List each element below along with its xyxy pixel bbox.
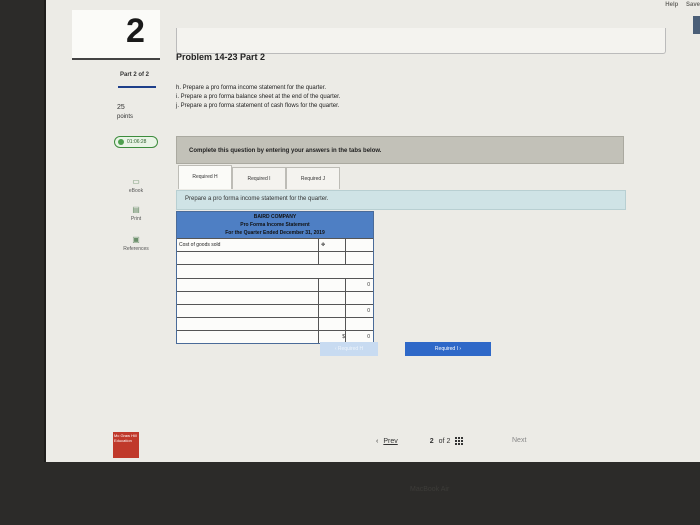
references-tool[interactable]: ▣ References (116, 235, 156, 253)
timer-icon (118, 139, 124, 145)
total-input[interactable] (346, 318, 373, 330)
ebook-tool[interactable]: ▭ eBook (116, 177, 156, 195)
question-pager: ‹ Prev 2 of 2 (376, 437, 464, 445)
statement-period: For the Quarter Ended December 31, 2019 (225, 230, 325, 236)
amount-input[interactable] (319, 279, 346, 291)
table-gap (177, 264, 373, 278)
next-required-button[interactable]: Required I › (405, 342, 491, 356)
table-row: 0 (177, 278, 373, 291)
points-label: points (117, 114, 134, 120)
timer-value: 01:06:28 (127, 139, 147, 145)
next-required-label: Required I (434, 346, 458, 352)
net-income-label-input[interactable] (177, 331, 319, 343)
account-input[interactable] (177, 252, 319, 264)
chevron-left-icon[interactable]: ‹ (376, 438, 378, 445)
subtotal-value: 0 (367, 308, 370, 314)
device-label: MacBook Air (410, 486, 450, 493)
account-input[interactable] (177, 318, 319, 330)
part-progress-bar (118, 86, 156, 88)
instructions: h. Prepare a pro forma income statement … (176, 84, 340, 111)
next-question-link[interactable]: Next (512, 437, 526, 444)
save-link[interactable]: Save (686, 2, 700, 8)
amount-input[interactable] (319, 305, 346, 317)
references-label: References (123, 246, 149, 252)
cost-of-goods-sold-label[interactable]: Cost of goods sold (177, 239, 319, 251)
table-row: Cost of goods sold ✥ (177, 238, 373, 251)
tab-prompt: Prepare a pro forma income statement for… (176, 190, 626, 210)
problem-title: Problem 14-23 Part 2 (176, 52, 266, 62)
total-input[interactable] (346, 292, 373, 304)
account-input[interactable] (177, 305, 319, 317)
current-question[interactable]: 2 (430, 438, 434, 445)
instruction-j: j. Prepare a pro forma statement of cash… (176, 103, 340, 109)
table-row (177, 251, 373, 264)
publisher-logo: Mc Graw Hill Education (113, 432, 139, 458)
directive-bar: Complete this question by entering your … (176, 136, 624, 164)
instruction-h: h. Prepare a pro forma income statement … (176, 85, 327, 91)
part-indicator: Part 2 of 2 (120, 72, 150, 78)
prev-required-label: Required H (337, 346, 364, 352)
grid-icon[interactable] (455, 437, 464, 445)
income-statement-table: BAIRD COMPANY Pro Forma Income Statement… (176, 211, 374, 344)
references-icon: ▣ (132, 235, 140, 244)
total-input[interactable] (346, 252, 373, 264)
chevron-right-icon: › (458, 346, 462, 352)
instruction-i: i. Prepare a pro forma balance sheet at … (176, 94, 341, 100)
amount-input[interactable] (319, 252, 346, 264)
print-label: Print (130, 216, 142, 222)
prev-required-button[interactable]: ‹ Required H (320, 342, 378, 356)
table-row (177, 291, 373, 304)
amount-input[interactable] (319, 292, 346, 304)
amount-input[interactable]: ✥ (319, 239, 346, 251)
statement-header: BAIRD COMPANY Pro Forma Income Statement… (177, 212, 373, 238)
top-links: Help Save (659, 2, 700, 8)
required-tabs: Required H Required I Required J (178, 165, 340, 189)
question-total: of 2 (438, 437, 451, 445)
tab-required-j[interactable]: Required J (286, 167, 340, 189)
amount-input[interactable] (319, 318, 346, 330)
table-row: 0 (177, 304, 373, 317)
points-value: 25 (117, 104, 125, 111)
tab-required-h[interactable]: Required H (178, 165, 232, 189)
tab-required-i[interactable]: Required I (232, 167, 286, 189)
book-icon: ▭ (132, 177, 140, 186)
side-tab[interactable] (693, 16, 700, 34)
prev-question-link[interactable]: Prev (383, 438, 397, 445)
subtotal-value: 0 (367, 282, 370, 288)
help-link[interactable]: Help (665, 2, 678, 8)
print-tool[interactable]: ▤ Print (116, 205, 156, 223)
question-number: 2 (126, 12, 145, 50)
account-input[interactable] (177, 292, 319, 304)
question-number-box (72, 10, 160, 60)
timer[interactable]: 01:06:28 (114, 136, 158, 148)
printer-icon: ▤ (132, 205, 140, 214)
statement-name: Pro Forma Income Statement (240, 222, 310, 228)
company-name: BAIRD COMPANY (253, 214, 297, 220)
question-header-strip (176, 28, 666, 54)
ebook-label: eBook (128, 188, 144, 194)
account-input[interactable] (177, 279, 319, 291)
total-input[interactable] (346, 239, 373, 251)
table-row (177, 317, 373, 330)
